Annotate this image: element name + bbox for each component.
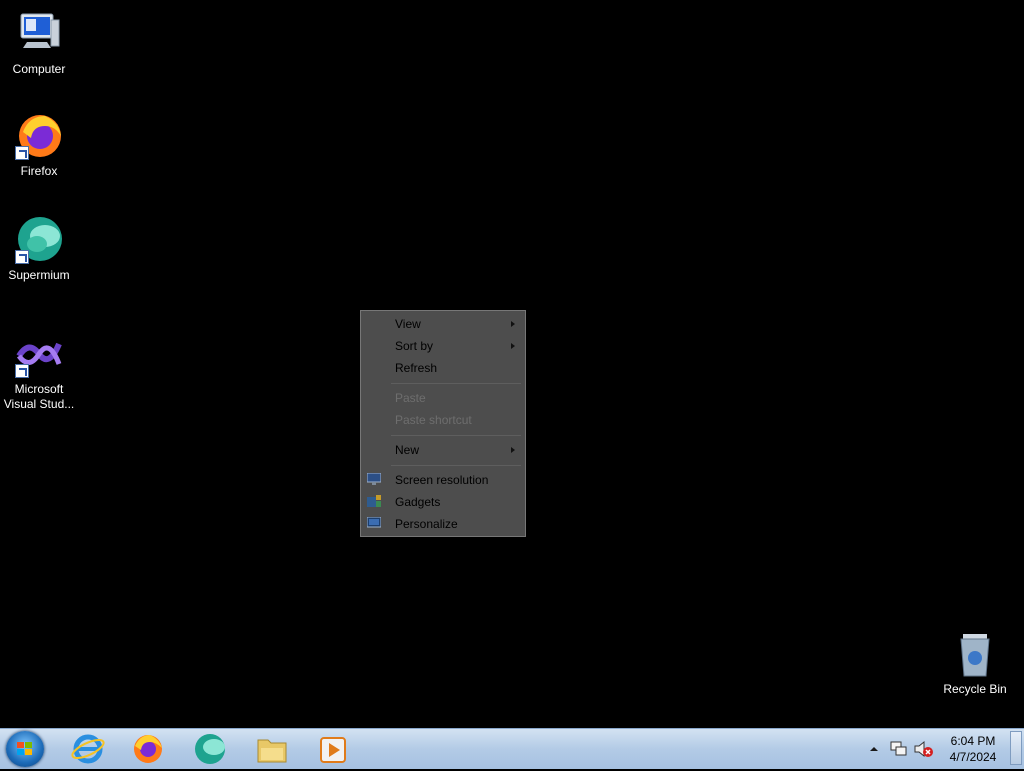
windows-logo-icon <box>17 742 32 755</box>
start-button[interactable] <box>6 731 44 767</box>
media-player-icon <box>320 737 346 763</box>
file-explorer-icon <box>257 739 287 763</box>
clock-time: 6:04 PM <box>950 734 996 748</box>
desktop-icon-firefox[interactable]: Firefox <box>0 112 78 179</box>
clock-date: 4/7/2024 <box>949 750 997 764</box>
internet-explorer-icon <box>71 734 105 764</box>
menu-item-paste-shortcut[interactable]: Paste shortcut <box>361 409 525 431</box>
screen-resolution-icon <box>367 473 381 485</box>
menu-item-screen-resolution[interactable]: Screen resolution <box>361 469 525 491</box>
desktop-icon-label: Microsoft Visual Stud... <box>3 382 75 411</box>
taskbar: 6:04 PM 4/7/2024 <box>0 728 1024 769</box>
volume-muted-icon[interactable] <box>914 740 934 758</box>
menu-item-personalize[interactable]: Personalize <box>361 513 525 535</box>
supermium-icon <box>195 734 225 764</box>
desktop-icon-visual-studio[interactable]: Microsoft Visual Stud... <box>0 330 78 412</box>
desktop-context-menu: View Sort by Refresh Paste Paste shortcu… <box>360 310 526 537</box>
desktop-icon-label: Recycle Bin <box>943 682 1007 696</box>
shortcut-arrow-icon <box>15 146 29 160</box>
desktop-icon-computer[interactable]: Computer <box>0 10 78 77</box>
submenu-arrow-icon <box>511 343 515 349</box>
computer-icon <box>15 10 63 58</box>
shortcut-arrow-icon <box>15 364 29 378</box>
submenu-arrow-icon <box>511 321 515 327</box>
menu-separator <box>391 435 521 436</box>
taskbar-file-explorer[interactable] <box>246 732 298 766</box>
shortcut-arrow-icon <box>15 250 29 264</box>
submenu-arrow-icon <box>511 447 515 453</box>
taskbar-supermium[interactable] <box>184 732 236 766</box>
visual-studio-icon <box>15 330 63 378</box>
menu-separator <box>391 465 521 466</box>
menu-item-view[interactable]: View <box>361 313 525 335</box>
gadgets-icon <box>367 495 381 507</box>
desktop-icon-supermium[interactable]: Supermium <box>0 216 78 283</box>
recycle-bin-icon <box>951 630 999 678</box>
menu-item-refresh[interactable]: Refresh <box>361 357 525 379</box>
desktop-icon-label: Supermium <box>8 268 70 282</box>
supermium-icon <box>15 216 63 264</box>
system-clock[interactable]: 6:04 PM 4/7/2024 <box>940 733 1006 765</box>
show-desktop-button[interactable] <box>1010 731 1022 765</box>
firefox-icon <box>134 735 162 763</box>
desktop-icon-label: Firefox <box>20 164 58 178</box>
taskbar-internet-explorer[interactable] <box>62 732 114 766</box>
menu-item-new[interactable]: New <box>361 439 525 461</box>
firefox-icon <box>15 112 63 160</box>
network-icon[interactable] <box>890 740 908 758</box>
menu-separator <box>391 383 521 384</box>
menu-item-sort-by[interactable]: Sort by <box>361 335 525 357</box>
taskbar-media-player[interactable] <box>308 732 360 766</box>
taskbar-firefox[interactable] <box>122 732 174 766</box>
show-hidden-icons-chevron[interactable] <box>868 744 880 754</box>
menu-item-paste[interactable]: Paste <box>361 387 525 409</box>
desktop-icon-label: Computer <box>12 62 66 76</box>
desktop-icon-recycle-bin[interactable]: Recycle Bin <box>936 630 1014 697</box>
personalize-icon <box>367 517 381 528</box>
menu-item-gadgets[interactable]: Gadgets <box>361 491 525 513</box>
